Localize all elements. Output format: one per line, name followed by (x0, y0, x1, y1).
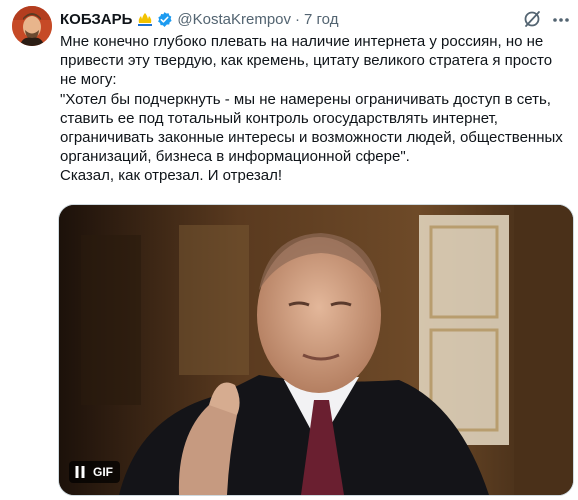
tweet-text: Мне конечно глубоко плевать на наличие и… (60, 32, 570, 186)
gif-label: GIF (93, 465, 113, 479)
pause-icon[interactable] (75, 466, 85, 478)
avatar-image (12, 6, 52, 46)
tweet-text-quote: "Хотел бы подчеркнуть - мы не намерены о… (60, 90, 563, 166)
gif-badge[interactable]: GIF (69, 461, 120, 483)
tweet-header: КОБЗАРЬ @KostaKrempov · 7 год (60, 9, 338, 29)
verified-badge-icon (158, 11, 173, 27)
tweet-card[interactable]: КОБЗАРЬ @KostaKrempov · 7 год Мне конечн… (0, 0, 578, 500)
tweet-timestamp[interactable]: 7 год (304, 11, 338, 28)
ukraine-flag-icon (138, 13, 153, 26)
author-handle[interactable]: @KostaKrempov (177, 11, 291, 28)
avatar[interactable] (12, 6, 52, 46)
gif-frame (59, 205, 573, 495)
gif-media[interactable]: GIF (58, 204, 574, 496)
grok-icon[interactable] (522, 9, 542, 29)
separator-dot: · (295, 10, 301, 28)
tweet-text-closing: Сказал, как отрезал. И отрезал! (60, 167, 283, 185)
more-icon[interactable] (552, 17, 570, 23)
author-name[interactable]: КОБЗАРЬ (60, 11, 132, 28)
tweet-text-intro: Мне конечно глубоко плевать на наличие и… (60, 33, 553, 89)
